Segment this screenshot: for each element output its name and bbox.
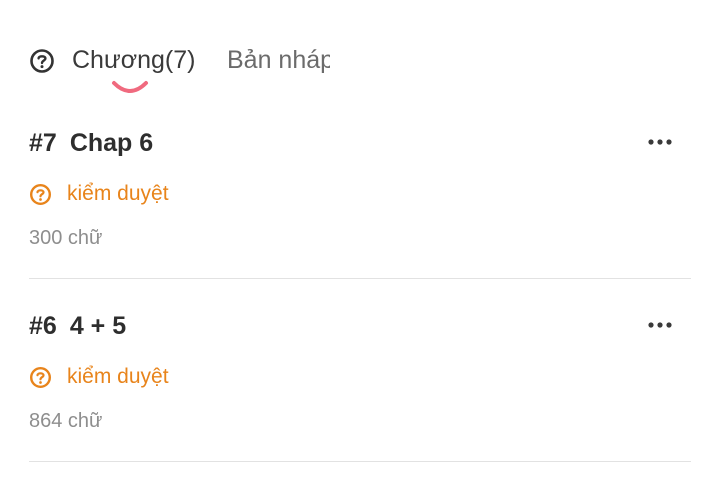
chapter-title: #6 4 + 5 xyxy=(29,311,126,341)
tab-drafts[interactable]: Bản nháp xyxy=(227,45,330,75)
word-count: 300 chữ xyxy=(29,227,103,249)
active-tab-indicator xyxy=(111,80,149,96)
tab-bar: Chương(7) Bản nháp xyxy=(29,40,689,100)
question-circle-icon xyxy=(29,183,52,206)
chapter-title: #7 Chap 6 xyxy=(29,128,153,158)
chapter-name: 4 + 5 xyxy=(69,312,127,340)
status-label: kiểm duyệt xyxy=(67,365,169,388)
chapter-list: #7 Chap 6 kiểm duyệt 300 chữ #6 4 + 5 ki… xyxy=(29,113,691,479)
chapter-number: #6 xyxy=(29,312,57,340)
status-label: kiểm duyệt xyxy=(67,182,169,205)
question-circle-icon xyxy=(29,366,52,389)
chapter-item[interactable]: #6 4 + 5 kiểm duyệt 864 chữ xyxy=(29,296,691,462)
chapter-name: Chap 6 xyxy=(69,129,154,157)
chapter-number: #7 xyxy=(29,129,57,157)
status-row: kiểm duyệt xyxy=(29,181,169,207)
help-icon[interactable] xyxy=(29,48,55,74)
status-row: kiểm duyệt xyxy=(29,364,169,390)
more-options-icon[interactable] xyxy=(647,131,673,153)
chapter-item[interactable]: #7 Chap 6 kiểm duyệt 300 chữ xyxy=(29,113,691,279)
more-options-icon[interactable] xyxy=(647,314,673,336)
word-count: 864 chữ xyxy=(29,410,103,432)
tab-chapters[interactable]: Chương(7) xyxy=(72,45,195,75)
